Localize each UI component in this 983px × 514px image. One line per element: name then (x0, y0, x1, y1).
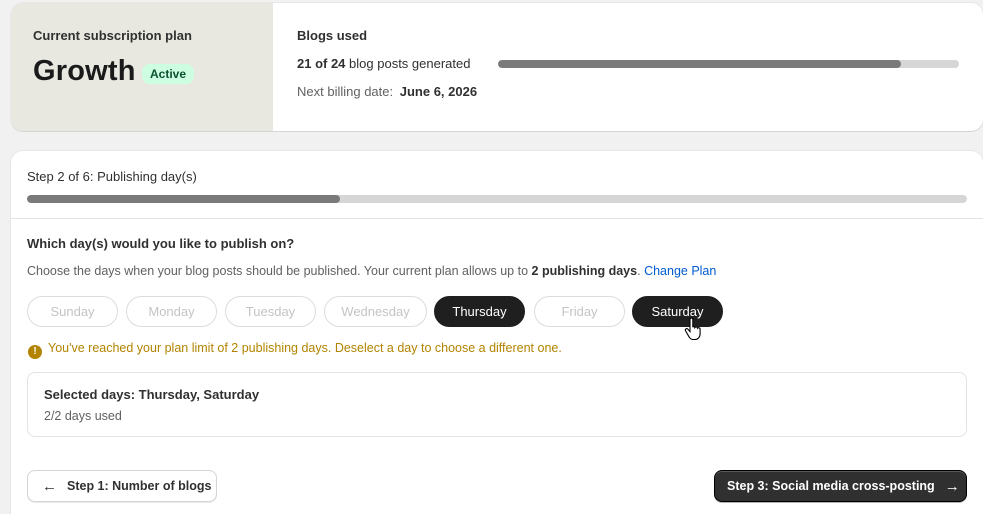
day-button-tuesday[interactable]: Tuesday (225, 296, 316, 327)
day-button-monday[interactable]: Monday (126, 296, 217, 327)
plan-limit-warning: ! You've reached your plan limit of 2 pub… (28, 341, 562, 359)
step-card: Step 2 of 6: Publishing day(s) Which day… (11, 151, 983, 514)
exclamation-icon: ! (28, 345, 42, 359)
question-heading: Which day(s) would you like to publish o… (27, 236, 295, 251)
warning-text: You've reached your plan limit of 2 publ… (48, 341, 562, 355)
change-plan-link[interactable]: Change Plan (644, 264, 716, 278)
status-badge: Active (142, 64, 195, 84)
blogs-used-title: Blogs used (297, 28, 368, 43)
billing-date: June 6, 2026 (399, 84, 478, 99)
selected-days-title: Selected days: Thursday, Saturday (44, 387, 260, 402)
arrow-left-icon: ← (42, 477, 57, 495)
previous-step-label: Step 1: Number of blogs (67, 478, 212, 493)
blogs-used-fraction: 21 of 24 (297, 56, 346, 71)
plan-limit-text: 2 publishing days (531, 264, 638, 278)
day-button-friday[interactable]: Friday (534, 296, 625, 327)
plan-label: Current subscription plan (33, 28, 192, 43)
selected-days-summary: Selected days: Thursday, Saturday 2/2 da… (27, 372, 967, 437)
blogs-used-suffix: blog posts generated (349, 56, 471, 71)
step-progress-bar (27, 195, 967, 203)
billing-label: Next billing date: (297, 84, 394, 99)
description-text: Choose the days when your blog posts sho… (27, 264, 529, 278)
step-title: Step 2 of 6: Publishing day(s) (27, 169, 197, 184)
billing-info: Next billing date: June 6, 2026 (297, 84, 477, 99)
divider (11, 218, 983, 219)
day-button-thursday[interactable]: Thursday (434, 296, 525, 327)
next-step-button[interactable]: Step 3: Social media cross-posting → (714, 470, 967, 502)
step-progress-fill (27, 195, 341, 203)
day-button-sunday[interactable]: Sunday (27, 296, 118, 327)
selected-days-count: 2/2 days used (44, 409, 122, 423)
description: Choose the days when your blog posts sho… (27, 264, 716, 278)
arrow-right-icon: → (944, 477, 960, 495)
next-step-label: Step 3: Social media cross-posting (727, 478, 935, 493)
plan-name: Growth (33, 55, 136, 87)
description-period: . (637, 264, 641, 278)
previous-step-button[interactable]: ← Step 1: Number of blogs (27, 470, 217, 502)
subscription-card: Current subscription plan Growth Active … (11, 3, 983, 131)
day-button-wednesday[interactable]: Wednesday (324, 296, 427, 327)
blogs-used-count: 21 of 24 blog posts generated (297, 56, 470, 71)
day-button-saturday[interactable]: Saturday (632, 296, 723, 327)
usage-progress-fill (498, 60, 902, 68)
plan-panel: Current subscription plan Growth Active (11, 3, 273, 131)
usage-progress-bar (498, 60, 959, 68)
